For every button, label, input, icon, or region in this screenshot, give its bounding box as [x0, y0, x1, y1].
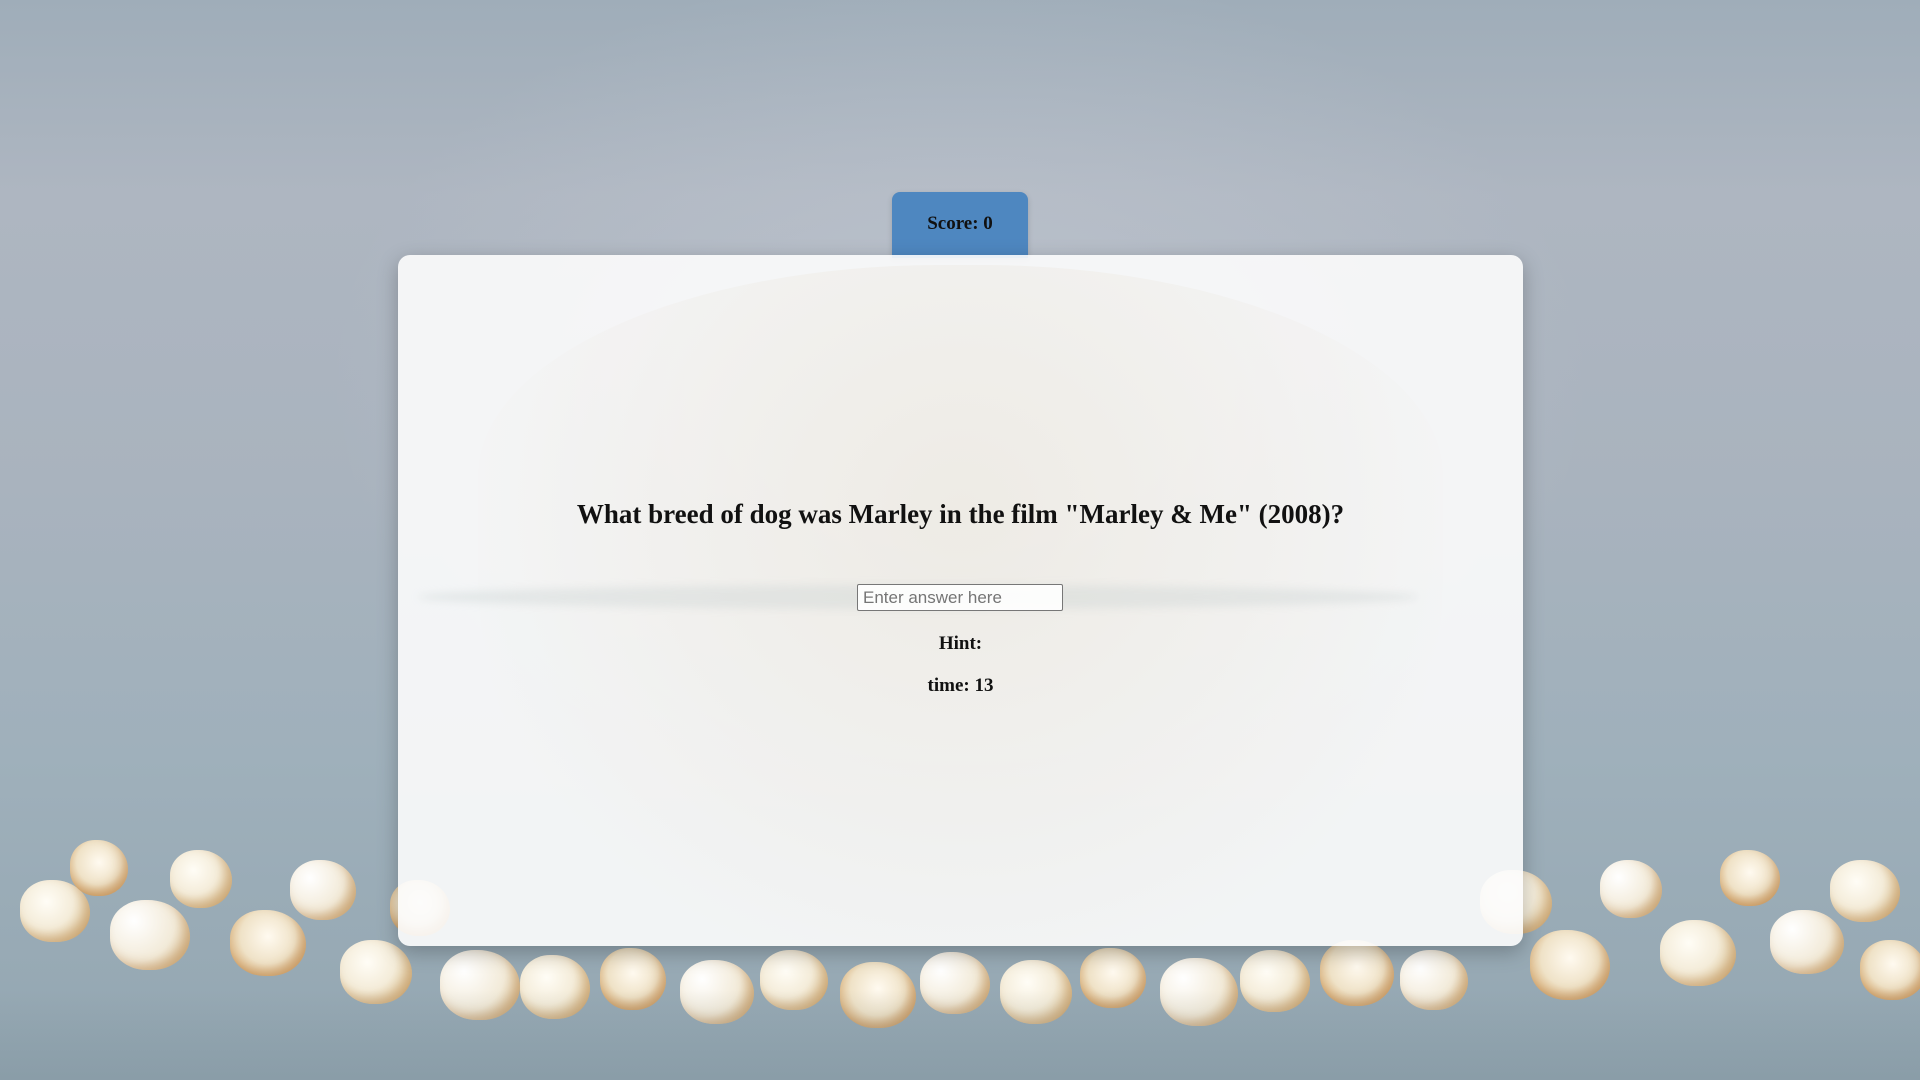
hint-label: Hint:	[938, 633, 983, 654]
table-surface	[0, 990, 1920, 1080]
hint: Hint:	[398, 633, 1523, 655]
score-label: Score:	[927, 213, 979, 234]
quiz-card: What breed of dog was Marley in the film…	[398, 255, 1523, 946]
timer-label: time:	[927, 675, 970, 696]
score-tab: Score: 0	[892, 192, 1028, 258]
score-value: 0	[983, 213, 993, 234]
timer: time: 13	[398, 675, 1523, 697]
question-text: What breed of dog was Marley in the film…	[576, 499, 1345, 529]
answer-input[interactable]	[857, 584, 1063, 611]
timer-value: 13	[974, 675, 994, 696]
